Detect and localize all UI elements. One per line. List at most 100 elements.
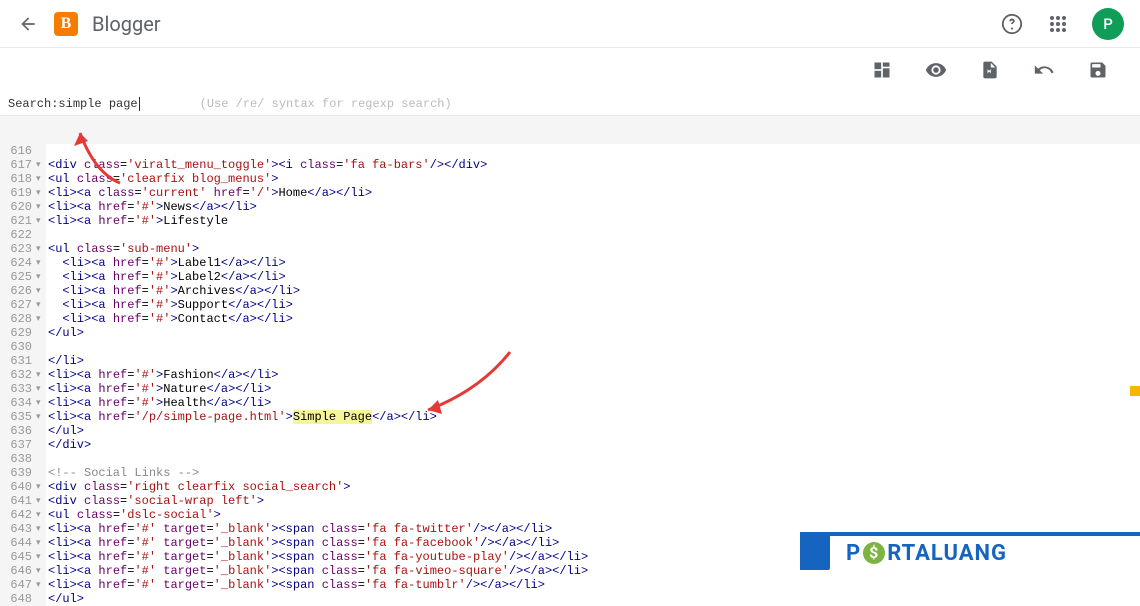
code-content[interactable]: <li><a href='/p/simple-page.html'>Simple…: [46, 410, 1140, 424]
code-content[interactable]: <ul class='sub-menu'>: [46, 242, 1140, 256]
code-content[interactable]: <!-- Social Links -->: [46, 466, 1140, 480]
code-line[interactable]: 620▾<li><a href='#'>News</a></li>: [0, 200, 1140, 214]
code-content[interactable]: <li><a href='#'>Label2</a></li>: [46, 270, 1140, 284]
code-content[interactable]: <li><a href='#'>Lifestyle: [46, 214, 1140, 228]
code-content[interactable]: </div>: [46, 438, 1140, 452]
code-line[interactable]: 618▾<ul class='clearfix blog_menus'>: [0, 172, 1140, 186]
code-line[interactable]: 647▾<li><a href='#' target='_blank'><spa…: [0, 578, 1140, 592]
code-line[interactable]: 635▾<li><a href='/p/simple-page.html'>Si…: [0, 410, 1140, 424]
fold-marker[interactable]: ▾: [36, 564, 46, 578]
fold-marker[interactable]: ▾: [36, 284, 46, 298]
code-line[interactable]: 617▾<div class='viralt_menu_toggle'><i c…: [0, 158, 1140, 172]
code-content[interactable]: <li><a href='#'>Label1</a></li>: [46, 256, 1140, 270]
code-line[interactable]: 632▾<li><a href='#'>Fashion</a></li>: [0, 368, 1140, 382]
fold-marker[interactable]: ▾: [36, 256, 46, 270]
fold-marker[interactable]: ▾: [36, 368, 46, 382]
code-content[interactable]: <li><a href='#'>Archives</a></li>: [46, 284, 1140, 298]
code-content[interactable]: <li><a href='#' target='_blank'><span cl…: [46, 578, 1140, 592]
code-line[interactable]: 627▾ <li><a href='#'>Support</a></li>: [0, 298, 1140, 312]
layout-button[interactable]: [870, 58, 894, 82]
fold-marker[interactable]: ▾: [36, 396, 46, 410]
fold-marker[interactable]: ▾: [36, 312, 46, 326]
code-line[interactable]: 640▾<div class='right clearfix social_se…: [0, 480, 1140, 494]
account-avatar[interactable]: P: [1092, 8, 1124, 40]
code-content[interactable]: <li><a href='#'>Health</a></li>: [46, 396, 1140, 410]
save-button[interactable]: [1086, 58, 1110, 82]
fold-marker[interactable]: [36, 452, 46, 466]
editor-search-bar[interactable]: Search: simple page (Use /re/ syntax for…: [0, 92, 1140, 116]
fold-marker[interactable]: ▾: [36, 522, 46, 536]
preview-button[interactable]: [924, 58, 948, 82]
code-content[interactable]: <div class='viralt_menu_toggle'><i class…: [46, 158, 1140, 172]
code-line[interactable]: 625▾ <li><a href='#'>Label2</a></li>: [0, 270, 1140, 284]
code-line[interactable]: 622: [0, 228, 1140, 242]
fold-marker[interactable]: ▾: [36, 158, 46, 172]
code-line[interactable]: 621▾<li><a href='#'>Lifestyle: [0, 214, 1140, 228]
code-content[interactable]: [46, 340, 1140, 354]
code-content[interactable]: <div class='social-wrap left'>: [46, 494, 1140, 508]
code-line[interactable]: 630: [0, 340, 1140, 354]
fold-marker[interactable]: [36, 228, 46, 242]
fold-marker[interactable]: ▾: [36, 578, 46, 592]
code-line[interactable]: 631</li>: [0, 354, 1140, 368]
code-content[interactable]: <ul class='dslc-social'>: [46, 508, 1140, 522]
fold-marker[interactable]: ▾: [36, 200, 46, 214]
fold-marker[interactable]: [36, 144, 46, 158]
code-line[interactable]: 624▾ <li><a href='#'>Label1</a></li>: [0, 256, 1140, 270]
code-line[interactable]: 633▾<li><a href='#'>Nature</a></li>: [0, 382, 1140, 396]
code-content[interactable]: [46, 144, 1140, 158]
fold-marker[interactable]: ▾: [36, 382, 46, 396]
fold-marker[interactable]: ▾: [36, 494, 46, 508]
help-button[interactable]: [1000, 12, 1024, 36]
code-content[interactable]: <li><a class='current' href='/'>Home</a>…: [46, 186, 1140, 200]
code-line[interactable]: 642▾<ul class='dslc-social'>: [0, 508, 1140, 522]
code-line[interactable]: 634▾<li><a href='#'>Health</a></li>: [0, 396, 1140, 410]
fold-marker[interactable]: ▾: [36, 172, 46, 186]
fold-marker[interactable]: ▾: [36, 550, 46, 564]
fold-marker[interactable]: [36, 438, 46, 452]
fold-marker[interactable]: [36, 592, 46, 606]
fold-marker[interactable]: ▾: [36, 508, 46, 522]
code-line[interactable]: 641▾<div class='social-wrap left'>: [0, 494, 1140, 508]
fold-marker[interactable]: [36, 326, 46, 340]
fold-marker[interactable]: [36, 354, 46, 368]
code-content[interactable]: </ul>: [46, 424, 1140, 438]
fold-marker[interactable]: ▾: [36, 410, 46, 424]
code-line[interactable]: 623▾<ul class='sub-menu'>: [0, 242, 1140, 256]
fold-marker[interactable]: [36, 424, 46, 438]
fold-marker[interactable]: ▾: [36, 536, 46, 550]
code-content[interactable]: <li><a href='#'>Fashion</a></li>: [46, 368, 1140, 382]
code-content[interactable]: </ul>: [46, 592, 1140, 606]
code-content[interactable]: [46, 452, 1140, 466]
code-line[interactable]: 638: [0, 452, 1140, 466]
code-line[interactable]: 628▾ <li><a href='#'>Contact</a></li>: [0, 312, 1140, 326]
fold-marker[interactable]: ▾: [36, 480, 46, 494]
code-content[interactable]: [46, 228, 1140, 242]
code-line[interactable]: 636</ul>: [0, 424, 1140, 438]
code-content[interactable]: <li><a href='#'>News</a></li>: [46, 200, 1140, 214]
fold-marker[interactable]: ▾: [36, 242, 46, 256]
fold-marker[interactable]: [36, 340, 46, 354]
code-content[interactable]: <ul class='clearfix blog_menus'>: [46, 172, 1140, 186]
code-line[interactable]: 637</div>: [0, 438, 1140, 452]
code-content[interactable]: </ul>: [46, 326, 1140, 340]
code-line[interactable]: 626▾ <li><a href='#'>Archives</a></li>: [0, 284, 1140, 298]
code-content[interactable]: </li>: [46, 354, 1140, 368]
settings-button[interactable]: [978, 58, 1002, 82]
code-line[interactable]: 619▾<li><a class='current' href='/'>Home…: [0, 186, 1140, 200]
code-line[interactable]: 639<!-- Social Links -->: [0, 466, 1140, 480]
fold-marker[interactable]: ▾: [36, 214, 46, 228]
code-content[interactable]: <li><a href='#'>Contact</a></li>: [46, 312, 1140, 326]
code-content[interactable]: <div class='right clearfix social_search…: [46, 480, 1140, 494]
apps-button[interactable]: [1046, 12, 1070, 36]
fold-marker[interactable]: ▾: [36, 186, 46, 200]
code-line[interactable]: 629</ul>: [0, 326, 1140, 340]
fold-marker[interactable]: [36, 466, 46, 480]
code-line[interactable]: 616: [0, 144, 1140, 158]
undo-button[interactable]: [1032, 58, 1056, 82]
code-content[interactable]: <li><a href='#'>Nature</a></li>: [46, 382, 1140, 396]
code-line[interactable]: 648</ul>: [0, 592, 1140, 606]
fold-marker[interactable]: ▾: [36, 270, 46, 284]
fold-marker[interactable]: ▾: [36, 298, 46, 312]
code-content[interactable]: <li><a href='#'>Support</a></li>: [46, 298, 1140, 312]
